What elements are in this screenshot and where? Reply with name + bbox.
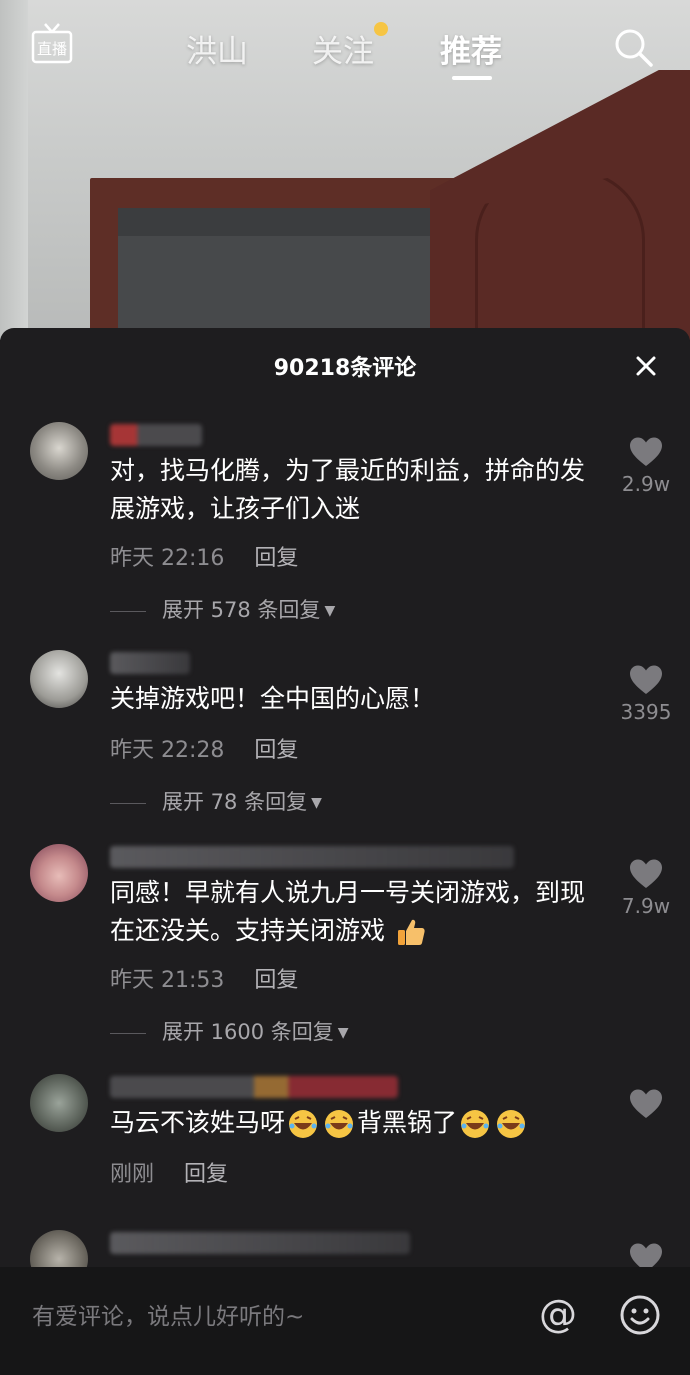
like-button[interactable]: 3395 bbox=[610, 664, 682, 724]
comment-text: 同感！早就有人说九月一号关闭游戏，到现在还没关。支持关闭游戏 bbox=[110, 874, 600, 950]
reply-button[interactable]: 回复 bbox=[254, 968, 298, 993]
laughing-face-icon bbox=[289, 1110, 318, 1138]
expand-replies-label: 展开 78 条回复 bbox=[162, 790, 308, 814]
avatar[interactable] bbox=[30, 422, 88, 480]
comment-text-part-b: 背黑锅了 bbox=[357, 1108, 458, 1137]
comment-item: 同感！早就有人说九月一号关闭游戏，到现在还没关。支持关闭游戏 昨天 21:53 回… bbox=[0, 844, 690, 1064]
comment-time: 昨天 21:53 bbox=[110, 968, 225, 993]
avatar[interactable] bbox=[30, 844, 88, 902]
comment-text: 关掉游戏吧！全中国的心愿！ bbox=[110, 684, 436, 713]
like-button[interactable] bbox=[610, 1088, 682, 1120]
caret-down-icon: ▼ bbox=[311, 795, 322, 811]
tab-following[interactable]: 关注 bbox=[312, 26, 374, 71]
comment-meta: 昨天 21:53 回复 bbox=[110, 962, 298, 994]
laughing-face-icon bbox=[325, 1110, 354, 1138]
comment-meta: 昨天 22:28 回复 bbox=[110, 732, 298, 764]
comment-text-part-a: 马云不该姓马呀 bbox=[110, 1108, 286, 1137]
active-tab-indicator bbox=[452, 76, 492, 80]
comment-item: 马云不该姓马呀 背黑锅了 刚刚 回复 bbox=[0, 1074, 690, 1214]
expand-replies-button[interactable]: 展开 578 条回复 ▼ bbox=[110, 594, 335, 624]
expand-replies-button[interactable]: 展开 1600 条回复 ▼ bbox=[110, 1016, 349, 1046]
comment-input-bar: 有爱评论，说点儿好听的~ @ bbox=[0, 1267, 690, 1375]
heart-icon bbox=[630, 1089, 662, 1118]
at-mention-icon[interactable]: @ bbox=[536, 1293, 580, 1337]
reply-button[interactable]: 回复 bbox=[254, 546, 298, 571]
heart-icon bbox=[630, 665, 662, 694]
reply-button[interactable]: 回复 bbox=[184, 1162, 228, 1187]
comment-input[interactable]: 有爱评论，说点儿好听的~ bbox=[32, 1297, 304, 1331]
tab-local[interactable]: 洪山 bbox=[186, 26, 248, 71]
avatar[interactable] bbox=[30, 1074, 88, 1132]
username-blurred[interactable] bbox=[110, 652, 190, 674]
like-count: 3395 bbox=[620, 700, 672, 724]
laughing-face-icon bbox=[461, 1110, 490, 1138]
username-blurred[interactable] bbox=[110, 1076, 398, 1098]
thumbs-up-icon bbox=[397, 919, 425, 945]
username-blurred[interactable] bbox=[110, 424, 202, 446]
caret-down-icon: ▼ bbox=[324, 603, 336, 619]
comment-text-content: 同感！早就有人说九月一号关闭游戏，到现在还没关。支持关闭游戏 bbox=[110, 878, 586, 945]
comment-text: 马云不该姓马呀 背黑锅了 bbox=[110, 1104, 600, 1142]
notification-dot bbox=[374, 22, 388, 36]
comments-panel: 90218条评论 对，找马化腾，为了最近的利益，拼命的发展游戏，让孩子们入迷 昨… bbox=[0, 328, 690, 1375]
username-blurred[interactable] bbox=[110, 1232, 410, 1254]
tab-recommended[interactable]: 推荐 bbox=[440, 26, 502, 71]
heart-icon bbox=[630, 859, 662, 888]
live-broadcast-icon[interactable]: 直播 bbox=[30, 22, 74, 66]
search-icon[interactable] bbox=[612, 26, 654, 68]
like-count: 7.9w bbox=[621, 894, 671, 918]
comment-text: 对，找马化腾，为了最近的利益，拼命的发展游戏，让孩子们入迷 bbox=[110, 456, 586, 523]
expand-replies-label: 展开 1600 条回复 bbox=[162, 1020, 334, 1044]
comment-meta: 刚刚 回复 bbox=[110, 1156, 228, 1188]
like-button[interactable]: 7.9w bbox=[610, 858, 682, 918]
comments-count-title: 90218条评论 bbox=[273, 356, 417, 381]
expand-replies-label: 展开 578 条回复 bbox=[162, 598, 321, 622]
avatar[interactable] bbox=[30, 650, 88, 708]
expand-replies-button[interactable]: 展开 78 条回复 ▼ bbox=[110, 786, 322, 816]
svg-text:@: @ bbox=[539, 1293, 577, 1336]
comment-time: 昨天 22:28 bbox=[110, 738, 225, 763]
close-icon[interactable] bbox=[628, 348, 664, 384]
comment-time: 昨天 22:16 bbox=[110, 546, 225, 571]
like-count: 2.9w bbox=[621, 472, 671, 496]
emoji-smile-icon[interactable] bbox=[618, 1293, 662, 1337]
top-nav: 直播 洪山 关注 推荐 bbox=[0, 0, 690, 95]
reply-button[interactable]: 回复 bbox=[254, 738, 298, 763]
svg-text:直播: 直播 bbox=[37, 40, 67, 58]
username-blurred[interactable] bbox=[110, 846, 514, 868]
heart-icon bbox=[630, 437, 662, 466]
comment-item: 关掉游戏吧！全中国的心愿！ 昨天 22:28 回复 展开 78 条回复 ▼ 3395 bbox=[0, 650, 690, 850]
comment-time: 刚刚 bbox=[110, 1162, 155, 1187]
laughing-face-icon bbox=[497, 1110, 526, 1138]
doorway bbox=[118, 208, 448, 340]
comment-item: 对，找马化腾，为了最近的利益，拼命的发展游戏，让孩子们入迷 昨天 22:16 回复… bbox=[0, 422, 690, 622]
comment-meta: 昨天 22:16 回复 bbox=[110, 540, 298, 572]
caret-down-icon: ▼ bbox=[337, 1025, 349, 1041]
like-button[interactable]: 2.9w bbox=[610, 436, 682, 496]
